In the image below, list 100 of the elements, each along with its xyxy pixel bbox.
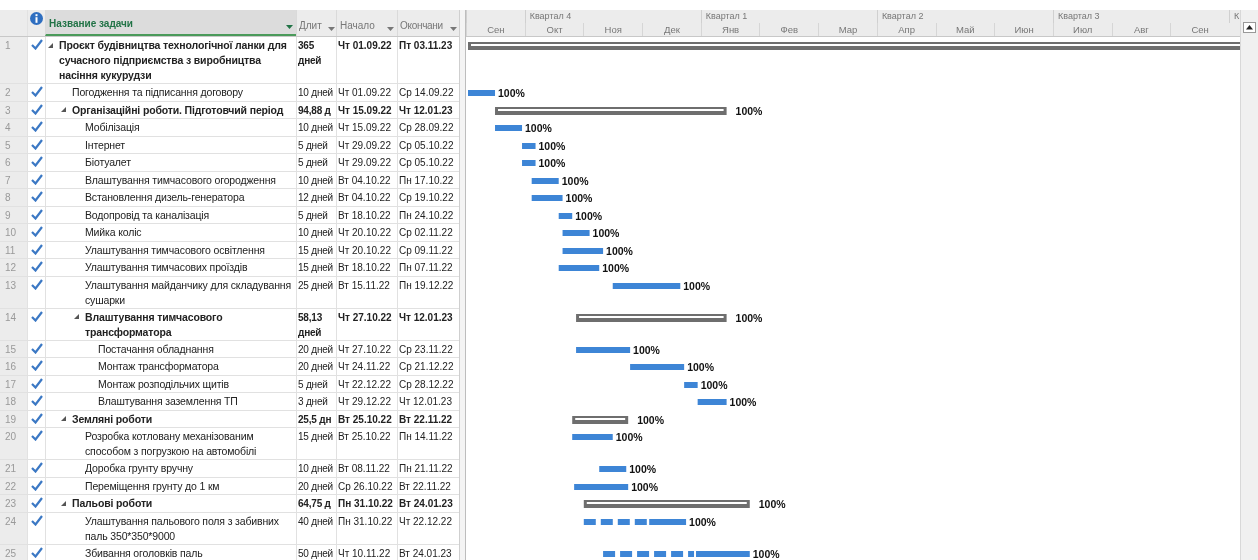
scroll-up-arrow-icon[interactable] [1243, 22, 1256, 33]
vertical-scrollbar[interactable] [1240, 10, 1258, 560]
summary-bar[interactable] [576, 314, 727, 322]
task-name: Пальові роботи [72, 496, 153, 511]
percent-label: 100% [592, 227, 620, 239]
row-number: 20 [0, 428, 27, 459]
collapse-triangle-icon[interactable] [47, 41, 54, 49]
task-duration: 20 дней [298, 343, 333, 355]
task-start: Чт 20.10.22 [338, 227, 391, 238]
task-finish: Ср 02.11.22 [399, 227, 453, 238]
row-number: 13 [0, 276, 27, 308]
row-number: 12 [0, 259, 27, 276]
task-duration: 25,5 дн [298, 413, 332, 425]
task-start: Чт 27.10.22 [338, 343, 391, 355]
task-start: Пн 31.10.22 [338, 498, 393, 509]
task-duration: 15 дней [298, 262, 333, 273]
split-task-bar[interactable] [583, 519, 687, 525]
task-duration: 5 дней [298, 157, 328, 168]
task-bar[interactable] [558, 213, 573, 219]
task-name: Збивання оголовків паль [85, 545, 203, 560]
dropdown-arrow-icon[interactable] [286, 25, 293, 29]
percent-label: 100% [615, 431, 643, 443]
percent-label: 100% [631, 481, 659, 493]
summary-bar[interactable] [468, 42, 1240, 50]
column-header[interactable]: Окончани [397, 10, 458, 36]
task-finish: Ср 09.11.22 [399, 244, 453, 256]
task-bar[interactable] [495, 125, 523, 131]
percent-label: 100% [565, 192, 593, 204]
column-header[interactable]: Название задачи [45, 10, 296, 36]
row-number: 6 [0, 154, 27, 171]
task-finish: Вт 24.01.23 [399, 498, 453, 509]
month-label: Сен [487, 24, 505, 35]
task-bar[interactable] [562, 248, 604, 254]
task-finish: Пн 07.11.22 [399, 262, 453, 273]
row-number: 14 [0, 308, 27, 340]
task-duration: 15 дней [298, 244, 333, 256]
collapse-triangle-icon[interactable] [60, 499, 67, 507]
row-number: 1 [0, 37, 27, 83]
task-name: Встановлення дизель-генератора [85, 190, 245, 205]
dropdown-arrow-icon[interactable] [328, 27, 335, 31]
task-bar[interactable] [531, 195, 563, 201]
task-start: Чт 20.10.22 [338, 244, 391, 256]
task-bar[interactable] [612, 283, 681, 289]
task-finish: Ср 28.12.22 [399, 378, 454, 390]
task-bar[interactable] [697, 399, 727, 405]
collapse-triangle-icon[interactable] [60, 106, 67, 113]
task-bar[interactable] [599, 466, 627, 472]
split-task-bar[interactable] [603, 551, 750, 557]
collapse-triangle-icon[interactable] [73, 313, 80, 320]
task-duration: 20 дней [298, 480, 333, 492]
collapse-triangle-icon[interactable] [60, 415, 67, 422]
percent-label: 100% [735, 105, 763, 117]
percent-label: 100% [606, 245, 633, 257]
task-start: Чт 15.09.22 [338, 122, 391, 133]
dropdown-arrow-icon[interactable] [387, 27, 394, 31]
quarter-label: Квартал 3 [1057, 11, 1100, 21]
task-bar[interactable] [522, 143, 536, 149]
row-number: 16 [0, 358, 27, 375]
summary-bar[interactable] [583, 500, 750, 508]
task-finish: Чт 22.12.22 [399, 515, 452, 527]
percent-label: 100% [498, 87, 525, 99]
column-header[interactable]: Длит [296, 10, 336, 36]
percent-label: 100% [538, 157, 566, 169]
percent-label: 100% [538, 140, 566, 152]
quarter-label: Квартал 4 [529, 11, 572, 21]
percent-label: 100% [687, 361, 714, 373]
summary-bar[interactable] [572, 416, 629, 424]
task-duration: 94,88 д [298, 104, 331, 116]
task-name: Мийка коліс [85, 225, 142, 240]
task-bar[interactable] [522, 160, 536, 166]
task-start: Чт 27.10.22 [338, 311, 392, 323]
summary-bar[interactable] [495, 107, 727, 115]
task-bar[interactable] [531, 178, 559, 184]
task-name: Влаштування тимчасового огородження [85, 172, 276, 188]
month-label: Окт [546, 24, 563, 35]
task-duration: 365 дней [298, 40, 322, 66]
task-duration: 10 дней [298, 122, 333, 133]
task-bar[interactable] [562, 230, 590, 236]
task-duration: 12 дней [298, 192, 333, 203]
month-label: Дек [663, 24, 680, 35]
task-duration: 3 дней [298, 396, 328, 407]
task-duration: 20 дней [298, 361, 333, 372]
dropdown-arrow-icon[interactable] [450, 27, 457, 31]
task-bar[interactable] [558, 265, 600, 271]
column-header[interactable]: Начало [336, 10, 397, 36]
row-number: 8 [0, 189, 27, 206]
task-duration: 15 дней [298, 431, 333, 442]
task-start: Чт 24.11.22 [338, 361, 391, 372]
task-finish: Вт 22.11.22 [399, 413, 453, 425]
task-name: Улаштування майданчику для складування сушарки [85, 277, 292, 308]
percent-label: 100% [729, 396, 757, 408]
row-number: 21 [0, 460, 27, 477]
task-duration: 64,75 д [298, 498, 331, 509]
task-start: Чт 29.12.22 [338, 396, 391, 407]
task-start: Чт 29.09.22 [338, 157, 391, 168]
task-start: Вт 15.11.22 [338, 279, 390, 291]
percent-label: 100% [700, 379, 728, 391]
task-name: Переміщення грунту до 1 км [85, 478, 220, 494]
quarter-label: К [1234, 11, 1240, 21]
task-finish: Пн 14.11.22 [399, 431, 453, 442]
